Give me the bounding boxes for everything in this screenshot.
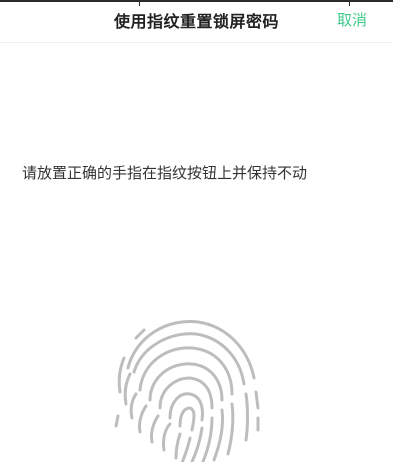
fingerprint-icon[interactable] bbox=[108, 308, 268, 462]
page-title: 使用指纹重置锁屏密码 bbox=[113, 12, 279, 31]
cancel-button[interactable]: 取消 bbox=[337, 9, 367, 30]
header-bar: 使用指纹重置锁屏密码 取消 bbox=[0, 2, 393, 43]
instruction-text: 请放置正确的手指在指纹按钮上并保持不动 bbox=[22, 164, 308, 182]
screen: 使用指纹重置锁屏密码 取消 请放置正确的手指在指纹按钮上并保持不动 bbox=[0, 0, 393, 462]
